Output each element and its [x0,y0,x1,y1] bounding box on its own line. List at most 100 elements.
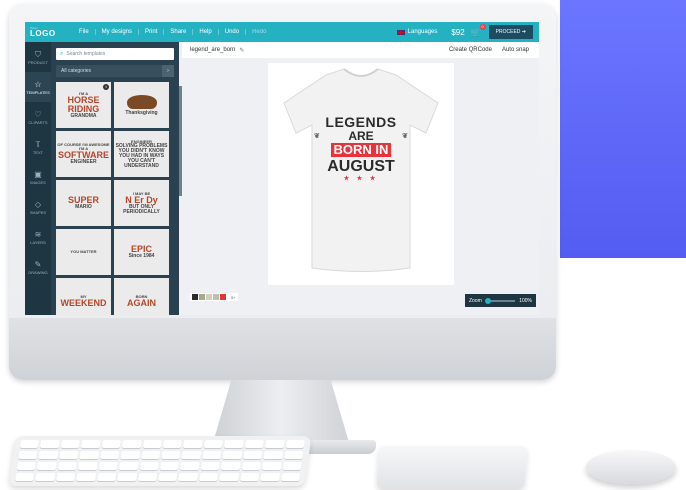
template-thumbnail[interactable]: MY WEEKEND [56,278,111,315]
main-menu: File My designs Print Share Help Undo Re… [73,29,272,35]
color-swatch[interactable] [213,294,219,300]
auto-snap-toggle[interactable]: Auto snap [502,47,529,53]
color-palette: 5+ [190,293,238,301]
zoom-label: Zoom [469,297,482,304]
template-thumbnail[interactable]: I MAY BE N Er Dy BUT ONLY PERIODICALLY [114,180,169,226]
shirt-design[interactable]: LEGENDS ARE BORN IN AUGUST ★ ★ ★ ❦ ❦ [308,115,414,182]
sidebar-item-text[interactable]: Ⲧ TEXT [25,132,51,162]
product-preview[interactable]: LEGENDS ARE BORN IN AUGUST ★ ★ ★ ❦ ❦ [268,63,454,285]
languages-button[interactable]: Languages [408,29,438,35]
template-thumbnail[interactable]: EPIC Since 1984 [114,229,169,275]
menu-my-designs[interactable]: My designs [96,29,140,35]
stars-decoration: ★ ★ ★ [343,175,379,182]
category-select[interactable]: All categories › [56,65,174,77]
keyboard-key [260,473,280,481]
keyboard-key [142,440,162,448]
proceed-label: PROCEED [495,29,521,35]
cart-icon[interactable]: 🛒 0 [471,23,486,37]
sidebar-item-templates[interactable]: ☆ TEMPLATES [25,72,51,102]
document-actions: Create QRCode Auto snap [449,47,539,53]
keyboard-key [161,451,181,459]
keyboard-key [222,451,243,459]
keyboard-key [118,462,139,470]
design-line-4: AUGUST [327,158,395,176]
menu-redo[interactable]: Redo [246,29,272,35]
cart-badge: 0 [479,23,486,30]
keyboard-key [40,440,60,448]
pencil-icon[interactable]: ✎ [239,47,244,54]
template-thumbnail[interactable]: OF COURSE I'M AWESOME I'M A SOFTWARE ENGIN… [56,131,111,177]
template-thumbnail[interactable]: I'M A HORSE RIDING GRANDMA i [56,82,111,128]
keyboard-key [181,451,202,459]
document-bar: legend_are_born ✎ Create QRCode Auto sna… [182,42,539,58]
category-label: All categories [61,68,92,74]
mouse [586,450,676,484]
keyboard-key [159,462,180,470]
zoom-slider[interactable] [484,297,516,304]
keyboard-key [78,462,98,470]
keyboard-key [101,440,122,448]
sidebar-item-label: SHAPES [29,209,47,215]
wing-left-icon: ❦ [314,133,320,140]
keyboard-key [263,451,283,459]
proceed-button[interactable]: PROCEED ➔ [488,25,533,39]
color-swatch[interactable] [199,294,205,300]
keyboard-key [120,451,140,459]
keyboard-key [140,451,161,459]
sidebar-item-drawing[interactable]: ✎ DRAWING [25,252,51,282]
menu-print[interactable]: Print [139,29,165,35]
zoom-slider-handle[interactable] [484,297,491,304]
template-text: Since 1984 [128,253,155,259]
keyboard-key [244,440,265,448]
menu-undo[interactable]: Undo [219,29,247,35]
sidebar-item-label: DRAWING [28,269,48,275]
keyboard-key [199,473,219,481]
sidebar-item-shapes[interactable]: ◇ SHAPES [25,192,51,222]
keyboard-key [57,462,78,470]
sidebar-item-cliparts[interactable]: ♡ CLIPARTS [25,102,51,132]
template-text: SOLVING PROBLEMS YOU DIDN'T KNOW YOU HAD… [115,142,168,169]
keyboard-key [79,451,100,459]
keyboard-key [282,462,302,470]
color-swatch[interactable] [206,294,212,300]
keyboard-key [285,440,305,448]
keyboard-key [81,440,101,448]
image-icon: ▣ [34,169,42,179]
keyboard-key [117,473,137,481]
document-name[interactable]: legend_are_born [190,47,235,53]
template-thumbnail[interactable]: YOU MATTER [56,229,111,275]
sidebar-item-layers[interactable]: ≋ LAYERS [25,222,51,252]
template-text: BUT ONLY PERIODICALLY [123,203,160,215]
create-qrcode-button[interactable]: Create QRCode [449,47,492,53]
logo[interactable]: Your LOGO [30,26,57,38]
template-thumbnail[interactable]: ENGINEER SOLVING PROBLEMS YOU DIDN'T KNOW… [114,131,169,177]
more-colors[interactable]: 5+ [231,295,236,300]
template-thumbnail[interactable]: BORN AGAIN [114,278,169,315]
template-thumbnail[interactable]: Thanksgiving [114,82,169,128]
keyboard-key [19,440,40,448]
keyboard-key [96,473,117,481]
template-text: GRANDMA [70,112,97,119]
sidebar-item-label: PRODUCT [28,59,48,65]
info-icon[interactable]: i [103,84,109,90]
template-thumbnail[interactable]: SUPER MARIO [56,180,111,226]
keyboard-key [158,473,178,481]
chevron-right-icon[interactable]: › [162,65,174,77]
sidebar-item-images[interactable]: ▣ IMAGES [25,162,51,192]
zoom-value: 100% [519,297,532,304]
search-input[interactable]: ⌕ Search templates [56,48,174,60]
sidebar-item-product[interactable]: ⛉ PRODUCT [25,42,51,72]
keyboard-key [59,451,79,459]
menu-share[interactable]: Share [164,29,194,35]
sidebar-item-label: LAYERS [30,239,46,245]
menu-help[interactable]: Help [193,29,219,35]
template-text: AGAIN [127,297,156,308]
keyboard-key [76,473,97,481]
sidebar-item-label: TEMPLATES [26,89,50,95]
color-swatch[interactable] [192,294,198,300]
keyboard-key [99,451,120,459]
text-icon: Ⲧ [35,139,41,149]
menu-file[interactable]: File [73,29,96,35]
keyboard-key [60,440,81,448]
color-swatch[interactable] [220,294,226,300]
